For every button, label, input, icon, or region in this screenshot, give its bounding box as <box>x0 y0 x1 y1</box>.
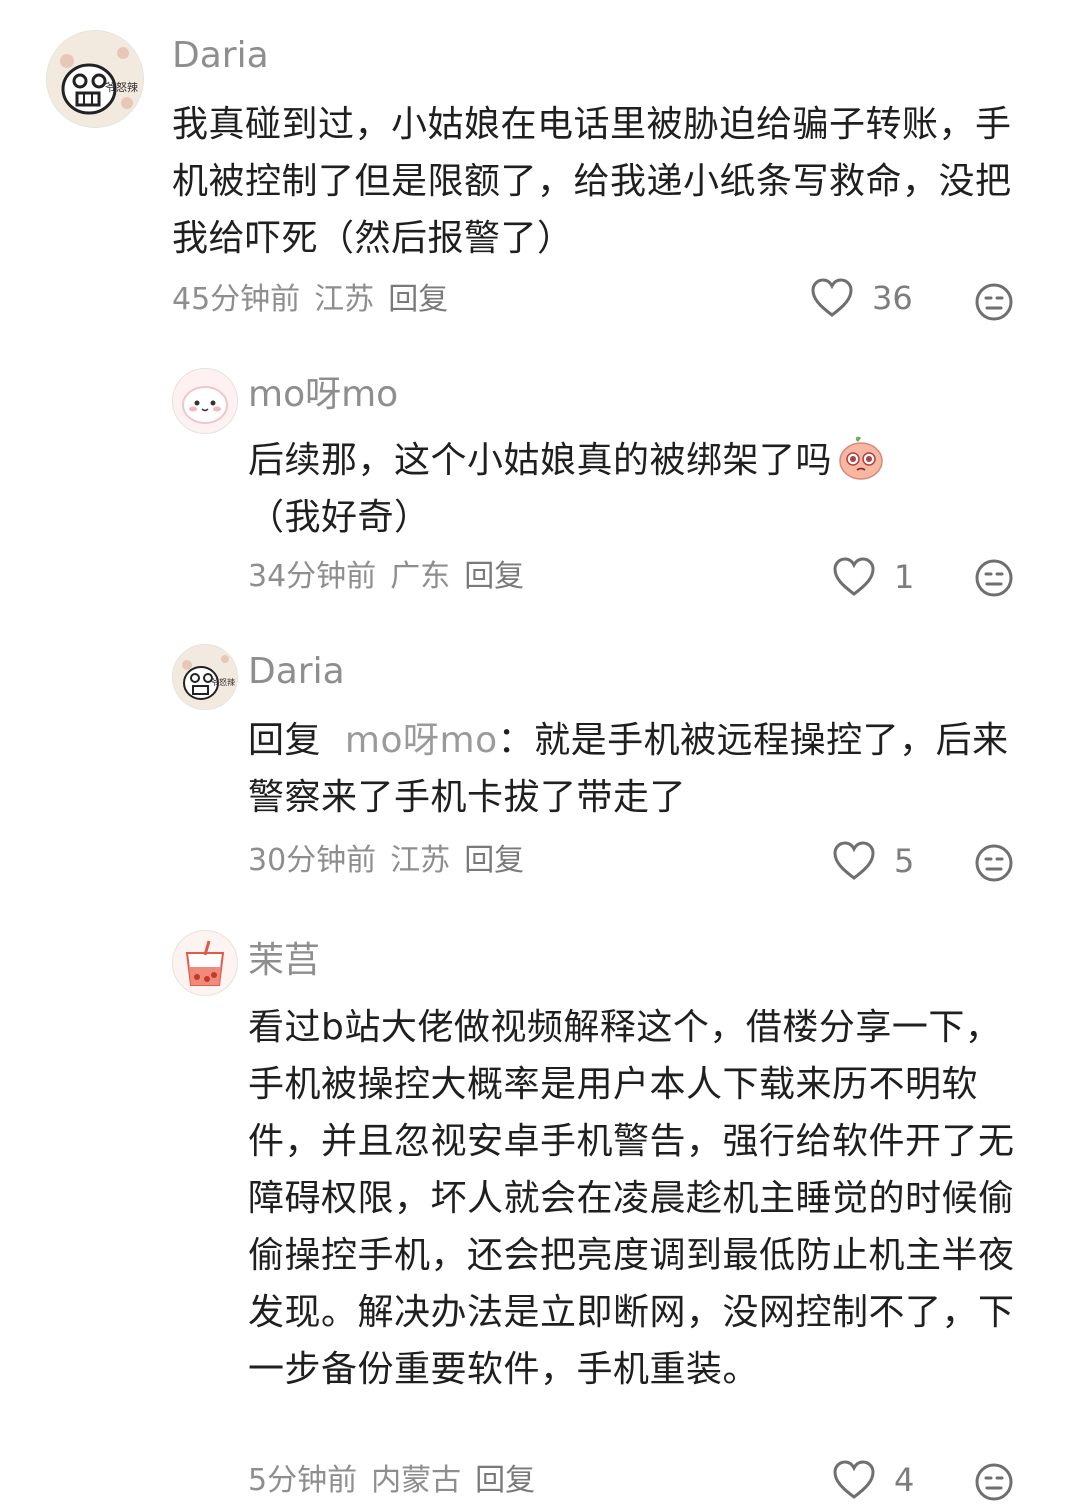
comment-text: 我真碰到过，小姑娘在电话里被胁迫给骗子转账，手机被控制了但是限额了，给我递小纸条… <box>172 104 1012 259</box>
timestamp: 45分钟前 <box>172 282 301 317</box>
avatar[interactable] <box>172 368 238 434</box>
avatar-cup-image <box>173 931 237 995</box>
avatar[interactable]: 爷怒辣 <box>172 644 238 710</box>
dislike-button[interactable] <box>974 1462 1014 1502</box>
comment-text: 看过b站大佬做视频解释这个，借楼分享一下，手机被操控大概率是用户本人下载来历不明… <box>248 1007 1015 1390</box>
dislike-button[interactable] <box>974 843 1014 883</box>
avatar[interactable] <box>172 930 238 996</box>
reply-target-username[interactable]: mo呀mo <box>345 720 498 761</box>
reply-button[interactable]: 回复 <box>475 1463 535 1498</box>
meh-face-icon <box>975 1463 1013 1501</box>
avatar-dog-image: 爷怒辣 <box>47 31 143 127</box>
svg-text:爷怒辣: 爷怒辣 <box>105 80 138 94</box>
comment-text-suffix: （我好奇） <box>248 497 431 538</box>
comment-meta: 34分钟前 广东 回复 <box>248 557 538 597</box>
location: 内蒙古 <box>371 1463 462 1498</box>
like-button[interactable]: 4 <box>832 1460 914 1500</box>
comment-meta: 30分钟前 江苏 回复 <box>248 841 538 881</box>
timestamp: 5分钟前 <box>248 1463 358 1498</box>
username[interactable]: Daria <box>172 34 269 78</box>
username[interactable]: Daria <box>248 650 345 694</box>
meh-face-icon <box>975 844 1013 882</box>
timestamp: 30分钟前 <box>248 843 377 878</box>
username[interactable]: mo呀mo <box>248 373 398 417</box>
location: 江苏 <box>314 282 375 317</box>
avatar[interactable]: 爷怒辣 <box>46 30 144 128</box>
heart-outline-icon <box>811 278 853 317</box>
username[interactable]: 茉莒 <box>248 939 320 983</box>
like-button[interactable]: 1 <box>832 557 914 597</box>
reply-button[interactable]: 回复 <box>464 559 524 594</box>
comment-meta: 45分钟前 江苏 回复 <box>172 280 462 320</box>
reply-prefix: 回复 <box>248 720 322 761</box>
dislike-button[interactable] <box>974 558 1014 598</box>
comment-text-main: 后续那，这个小姑娘真的被绑架了吗 <box>248 440 833 481</box>
location: 江苏 <box>390 843 451 878</box>
comment-meta: 5分钟前 内蒙古 回复 <box>248 1461 549 1501</box>
meh-face-icon <box>975 283 1013 321</box>
avatar-dog-image: 爷怒辣 <box>173 645 237 709</box>
heart-outline-icon <box>833 557 875 596</box>
timestamp: 34分钟前 <box>248 559 377 594</box>
like-count: 5 <box>894 842 915 880</box>
pleading-face-emoji <box>836 432 886 482</box>
reply-button[interactable]: 回复 <box>388 282 448 317</box>
like-count: 36 <box>872 279 913 317</box>
avatar-cute-image <box>173 369 237 433</box>
like-count: 1 <box>894 558 915 596</box>
comment-thread: 爷怒辣 Daria 我真碰到过，小姑娘在电话里被胁迫给骗子转账，手机被控制了但是… <box>0 0 1080 1508</box>
comment-text: 后续那，这个小姑娘真的被绑架了吗 （我好奇） <box>248 432 1008 546</box>
heart-outline-icon <box>833 1460 875 1499</box>
reply-button[interactable]: 回复 <box>464 843 524 878</box>
dislike-button[interactable] <box>974 282 1014 322</box>
location: 广东 <box>390 559 451 594</box>
like-button[interactable]: 5 <box>832 841 914 881</box>
like-button[interactable]: 36 <box>810 278 913 318</box>
svg-text:爷怒辣: 爷怒辣 <box>211 677 235 687</box>
meh-face-icon <box>975 559 1013 597</box>
heart-outline-icon <box>833 841 875 880</box>
comment-text: 回复 mo呀mo：就是手机被远程操控了，后来警察来了手机卡拔了带走了 <box>248 712 1018 826</box>
like-count: 4 <box>894 1461 915 1499</box>
